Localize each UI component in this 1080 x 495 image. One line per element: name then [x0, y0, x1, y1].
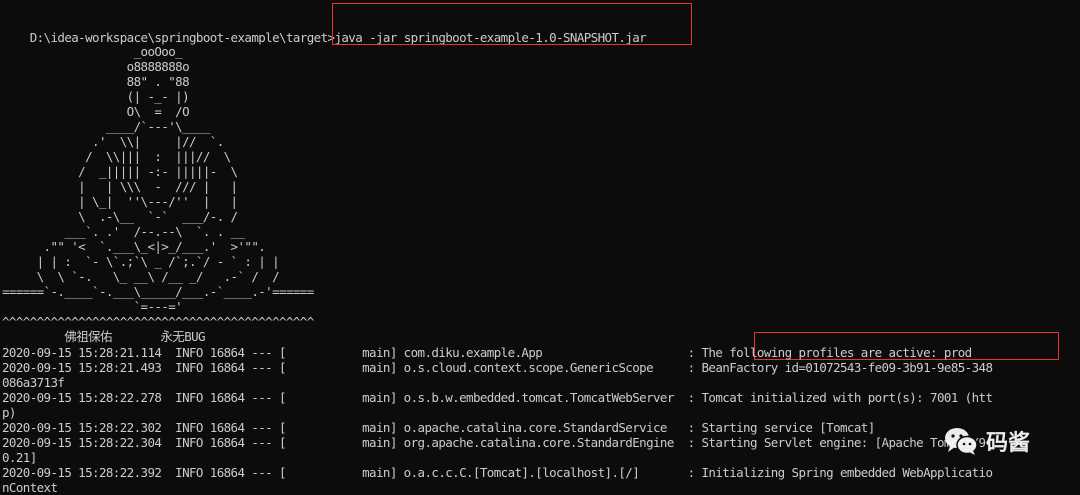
banner-line: ____/`---'\____	[2, 119, 211, 134]
banner-caption: 佛祖保佑 永无BUG	[2, 329, 205, 344]
banner-line: o8888888o	[2, 59, 190, 74]
banner-line: | \_| ''\---/'' | |	[2, 194, 238, 209]
log-line: 2020-09-15 15:28:22.278 INFO 16864 --- […	[2, 390, 993, 405]
watermark-text: 码酱	[986, 431, 1031, 456]
terminal-window[interactable]: D:\idea-workspace\springboot-example\tar…	[0, 0, 1080, 495]
prompt-path: D:\idea-workspace\springboot-example\tar…	[29, 30, 335, 45]
wechat-icon	[944, 426, 978, 456]
command-text: java -jar springboot-example-1.0-SNAPSHO…	[334, 30, 647, 45]
banner-line: \ \ `-. \_ __\ /__ _/ .-` / /	[2, 269, 280, 284]
command-line: D:\idea-workspace\springboot-example\tar…	[2, 15, 647, 45]
log-line: nContext	[2, 480, 58, 495]
log-line: 2020-09-15 15:28:21.493 INFO 16864 --- […	[2, 360, 993, 375]
banner-line: 88" . "88	[2, 74, 190, 89]
banner-line: ======`-.____`-.___\_____/___.-`____.-'=…	[2, 284, 314, 299]
banner-line: `=---='	[2, 299, 183, 314]
banner-line: / _||||| -:- |||||- \	[2, 164, 238, 179]
banner-line: ___`. .' /--.--\ `. . __	[2, 224, 245, 239]
banner-line: ^^^^^^^^^^^^^^^^^^^^^^^^^^^^^^^^^^^^^^^^…	[2, 314, 314, 329]
watermark: 码酱	[944, 421, 1030, 461]
banner-line: _ooOoo_	[2, 44, 183, 59]
log-line: 2020-09-15 15:28:22.302 INFO 16864 --- […	[2, 420, 875, 435]
banner-line: O\ = /O	[2, 104, 190, 119]
banner-line: .' \\| |// `.	[2, 134, 224, 149]
banner-line: \ .-\__ `-` ___/-. /	[2, 209, 238, 224]
banner-line: (| -_- |)	[2, 89, 190, 104]
banner-line: ."" '< `.___\_<|>_/___.' >'"".	[2, 239, 266, 254]
banner-line: | | : `- \`.;`\ _ /`;.`/ - ` : | |	[2, 254, 280, 269]
log-line: 2020-09-15 15:28:21.114 INFO 16864 --- […	[2, 345, 972, 360]
log-line: p)	[2, 405, 16, 420]
log-line: 2020-09-15 15:28:22.392 INFO 16864 --- […	[2, 465, 993, 480]
log-line: 086a3713f	[2, 375, 65, 390]
banner-line: / \\||| : |||// \	[2, 149, 231, 164]
log-line: 2020-09-15 15:28:22.304 INFO 16864 --- […	[2, 435, 993, 450]
banner-line: | | \\\ - /// | |	[2, 179, 238, 194]
log-line: 0.21]	[2, 450, 37, 465]
